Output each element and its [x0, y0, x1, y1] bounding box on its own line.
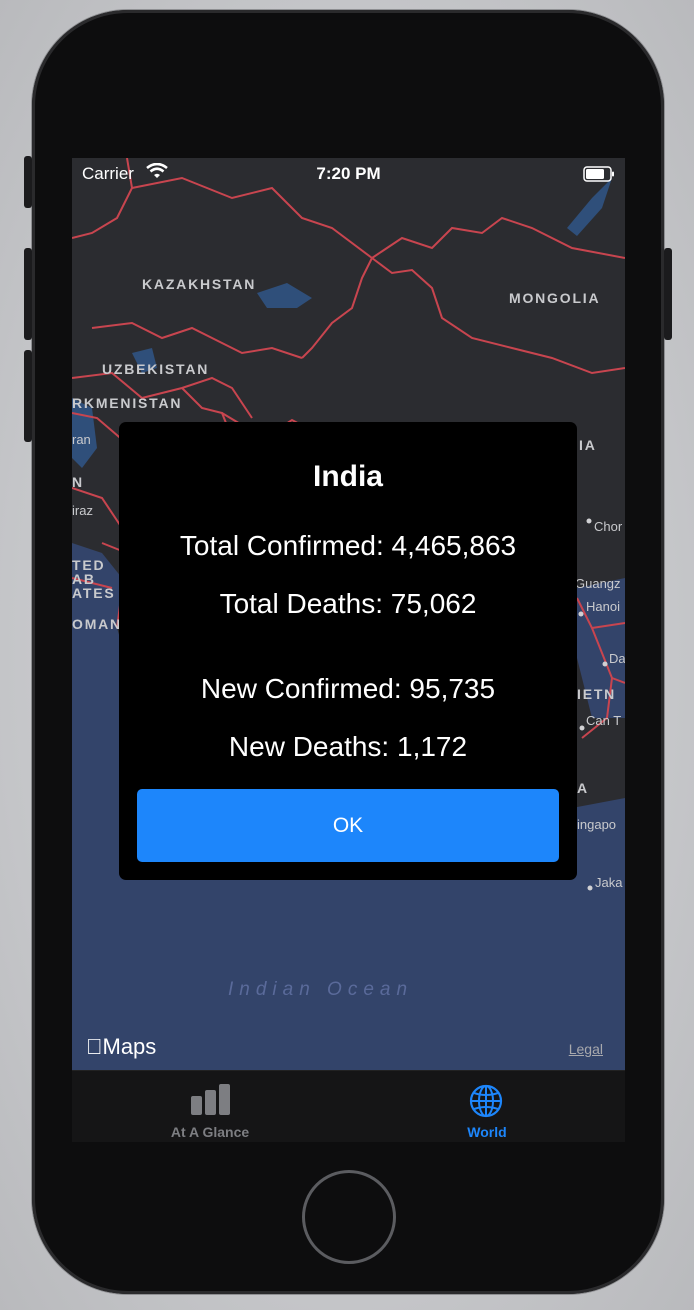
- city-dot: [579, 725, 585, 731]
- volume-up-button: [24, 248, 32, 340]
- maps-wordmark: Maps: [86, 1034, 157, 1059]
- map-city-da-nang: Da: [609, 651, 625, 666]
- globe-icon: [469, 1084, 503, 1118]
- power-button: [664, 248, 672, 340]
- map-city-singapore: ingapo: [577, 817, 617, 832]
- tab-at-a-glance[interactable]: At A Glance: [72, 1071, 348, 1142]
- city-dot: [602, 661, 608, 667]
- city-dot: [578, 611, 584, 617]
- tab-label-world: World: [467, 1124, 507, 1140]
- total-confirmed-text: Total Confirmed: 4,465,863: [179, 530, 517, 561]
- app-screen: Carrier 7:20 PM KAZAKHSTAN MONGOLIA UZBE…: [72, 158, 625, 1142]
- alert-title: India: [312, 460, 383, 493]
- map-label-uae-2: AB: [72, 571, 96, 587]
- map-city-tehran: ran: [72, 432, 91, 447]
- city-dot: [587, 885, 593, 891]
- home-button[interactable]: [302, 1170, 396, 1264]
- map-label-fragment-a: A: [577, 780, 589, 796]
- tab-world[interactable]: World: [349, 1071, 625, 1142]
- map-label-uae-3: ATES: [72, 585, 116, 601]
- new-deaths-text: New Deaths: 1,172: [228, 731, 468, 762]
- map-city-jakarta: Jaka: [595, 875, 623, 890]
- map-label-vietnam: IETN: [577, 686, 617, 702]
- map-city-shiraz: iraz: [72, 503, 93, 518]
- ok-button[interactable]: OK: [137, 789, 559, 862]
- map-label-indian-ocean: Indian Ocean: [228, 979, 414, 1000]
- map-city-chongqing: Chor: [594, 519, 623, 534]
- map-label-uzbekistan: UZBEKISTAN: [102, 361, 210, 377]
- new-confirmed-text: New Confirmed: 95,735: [200, 673, 496, 704]
- status-bar: Carrier 7:20 PM: [72, 158, 625, 192]
- total-deaths-text: Total Deaths: 75,062: [219, 588, 477, 619]
- country-stats-alert: India Total Confirmed: 4,465,863 Total D…: [119, 422, 577, 880]
- map-label-oman: OMAN: [72, 616, 122, 632]
- map-city-can-tho: Can T: [586, 713, 622, 728]
- map-label-turkmenistan: RKMENISTAN: [72, 395, 183, 411]
- apple-logo-icon: : [86, 1034, 103, 1059]
- legal-link[interactable]: Legal: [569, 1041, 603, 1057]
- map-label-uae-1: TED: [72, 557, 106, 573]
- apple-maps-logo: Maps: [86, 1034, 156, 1060]
- city-dot: [586, 518, 592, 524]
- map-city-hanoi: Hanoi: [586, 599, 620, 614]
- bar-chart-icon: [191, 1084, 230, 1115]
- map-label-fragment: N: [72, 474, 84, 490]
- map-city-guangzhou: Guangz: [575, 576, 621, 591]
- map-label-china-fragment: IA: [579, 437, 597, 453]
- map-label-mongolia: MONGOLIA: [509, 290, 601, 306]
- mute-switch: [24, 156, 32, 208]
- map-label-kazakhstan: KAZAKHSTAN: [142, 276, 257, 292]
- tab-label-at-a-glance: At A Glance: [170, 1124, 250, 1140]
- tab-bar: At A Glance World: [72, 1070, 625, 1142]
- battery-icon: [583, 166, 615, 187]
- status-time: 7:20 PM: [316, 164, 381, 183]
- volume-down-button: [24, 350, 32, 442]
